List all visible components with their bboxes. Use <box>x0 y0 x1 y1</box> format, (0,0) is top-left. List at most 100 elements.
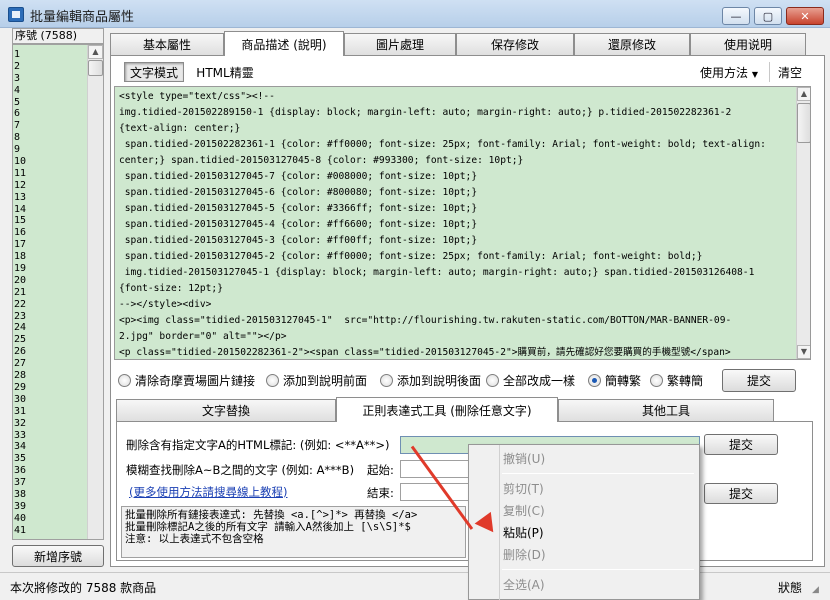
maximize-button[interactable]: ▢ <box>754 7 782 25</box>
clear-button[interactable]: 清空 <box>773 62 807 82</box>
submit-fuzzy-delete-button[interactable]: 提交 <box>704 483 778 504</box>
code-line: span.tidied-201503127045-7 {color: #0080… <box>119 171 478 182</box>
serial-number[interactable]: 20 <box>14 275 86 287</box>
serial-number[interactable]: 8 <box>14 132 86 144</box>
serial-number[interactable]: 15 <box>14 215 86 227</box>
serial-number[interactable]: 10 <box>14 156 86 168</box>
end-input[interactable] <box>400 483 470 501</box>
serial-number[interactable]: 32 <box>14 418 86 430</box>
serial-number[interactable]: 3 <box>14 73 86 85</box>
code-line: 2.jpg" border="0" alt=""></p> <box>119 331 287 342</box>
html-wizard-button[interactable]: HTML精靈 <box>190 62 260 82</box>
tab-usage-help[interactable]: 使用说明 <box>690 33 806 55</box>
subtab-other-tools[interactable]: 其他工具 <box>558 399 774 421</box>
serial-number[interactable]: 22 <box>14 299 86 311</box>
text-mode-button[interactable]: 文字模式 <box>124 62 184 82</box>
serial-number[interactable]: 9 <box>14 144 86 156</box>
radio-add-after[interactable]: 添加到說明後面 <box>380 372 481 388</box>
serial-number[interactable]: 21 <box>14 287 86 299</box>
radio-circle-icon[interactable] <box>266 373 279 387</box>
serial-number[interactable]: 34 <box>14 441 86 453</box>
serial-number[interactable]: 5 <box>14 97 86 109</box>
serial-number[interactable]: 23 <box>14 311 86 323</box>
editor-scroll-thumb[interactable] <box>797 103 810 143</box>
context-copy[interactable]: 复制(C) <box>503 502 693 520</box>
serial-number[interactable]: 36 <box>14 465 86 477</box>
serial-number[interactable]: 30 <box>14 394 86 406</box>
radio-circle-icon[interactable] <box>118 373 131 387</box>
serial-number[interactable]: 7 <box>14 120 86 132</box>
code-line: {font-size: 12pt;} <box>119 283 223 294</box>
serial-number[interactable]: 27 <box>14 358 86 370</box>
tab-image-processing[interactable]: 圖片處理 <box>344 33 456 55</box>
serial-number[interactable]: 28 <box>14 370 86 382</box>
serial-number[interactable]: 24 <box>14 322 86 334</box>
radio-simplified-to-traditional[interactable]: 簡轉繁 <box>588 372 641 388</box>
serial-header: 序號 (7588) <box>12 28 104 44</box>
subtab-text-replace[interactable]: 文字替換 <box>116 399 336 421</box>
context-select-all[interactable]: 全选(A) <box>503 576 693 594</box>
tab-save-changes[interactable]: 保存修改 <box>456 33 574 55</box>
radio-traditional-to-simplified[interactable]: 繁轉簡 <box>650 372 703 388</box>
serial-number[interactable]: 26 <box>14 346 86 358</box>
serial-number[interactable]: 2 <box>14 61 86 73</box>
serial-number[interactable]: 13 <box>14 192 86 204</box>
radio-circle-icon[interactable] <box>486 373 499 387</box>
radio-make-all-same[interactable]: 全部改成一樣 <box>486 372 575 388</box>
serial-number[interactable]: 40 <box>14 513 86 525</box>
context-cut[interactable]: 剪切(T) <box>503 480 693 498</box>
serial-number[interactable]: 17 <box>14 239 86 251</box>
more-usage-link[interactable]: (更多使用方法請搜尋線上教程) <box>129 484 287 500</box>
serial-number[interactable]: 25 <box>14 334 86 346</box>
code-line: span.tidied-201503127045-3 {color: #ff00… <box>119 235 478 246</box>
usage-menu[interactable]: 使用方法 ▼ <box>700 64 758 81</box>
resize-grip-icon[interactable]: ◢ <box>812 585 819 595</box>
serial-scrollbar[interactable]: ▲ <box>87 45 103 539</box>
submit-delete-tag-button[interactable]: 提交 <box>704 434 778 455</box>
radio-selected-icon[interactable] <box>588 373 601 387</box>
tab-product-description[interactable]: 商品描述 (說明) <box>224 31 344 56</box>
serial-number[interactable]: 33 <box>14 430 86 442</box>
serial-number[interactable]: 38 <box>14 489 86 501</box>
context-delete[interactable]: 删除(D) <box>503 546 693 564</box>
serial-number[interactable]: 39 <box>14 501 86 513</box>
status-text: 本次將修改的 7588 款商品 <box>10 581 157 595</box>
context-paste[interactable]: 粘贴(P) <box>503 524 693 542</box>
submit-conversion-button[interactable]: 提交 <box>722 369 796 392</box>
add-serial-button[interactable]: 新增序號 <box>12 545 104 567</box>
serial-number[interactable]: 37 <box>14 477 86 489</box>
radio-circle-icon[interactable] <box>650 373 663 387</box>
code-line: center;} span.tidied-201503127045-8 {col… <box>119 155 524 166</box>
subtab-regex-tools[interactable]: 正則表達式工具 (刪除任意文字) <box>336 397 558 422</box>
editor-scrollbar[interactable]: ▲ ▼ <box>796 87 810 359</box>
minimize-button[interactable]: — <box>722 7 750 25</box>
scroll-down-arrow-icon[interactable]: ▼ <box>797 345 810 359</box>
serial-number[interactable]: 41 <box>14 525 86 537</box>
serial-list[interactable]: 1 2 3 4 5 6 7 8 9 10 11 12 13 14 15 16 17 18 19 20 21 22 23 24 2… <box>12 44 104 540</box>
serial-number[interactable]: 12 <box>14 180 86 192</box>
serial-number[interactable]: 16 <box>14 227 86 239</box>
radio-add-before[interactable]: 添加到說明前面 <box>266 372 367 388</box>
scroll-up-arrow-icon[interactable]: ▲ <box>88 45 103 59</box>
radio-circle-icon[interactable] <box>380 373 393 387</box>
code-line: <p class="tidied-201502282361-2"><span c… <box>119 347 731 358</box>
serial-number[interactable]: 19 <box>14 263 86 275</box>
serial-number[interactable]: 14 <box>14 204 86 216</box>
scroll-up-arrow-icon[interactable]: ▲ <box>797 87 810 101</box>
html-code-editor[interactable]: <style type="text/css"><!-- img.tidied-20… <box>114 86 811 360</box>
serial-number[interactable]: 18 <box>14 251 86 263</box>
tab-restore-changes[interactable]: 還原修改 <box>574 33 690 55</box>
context-undo[interactable]: 撤销(U) <box>503 450 693 468</box>
tab-basic-attributes[interactable]: 基本屬性 <box>110 33 224 55</box>
serial-number[interactable]: 11 <box>14 168 86 180</box>
serial-number[interactable]: 1 <box>14 49 86 61</box>
serial-number[interactable]: 4 <box>14 85 86 97</box>
serial-number[interactable]: 35 <box>14 453 86 465</box>
serial-number[interactable]: 31 <box>14 406 86 418</box>
serial-number[interactable]: 6 <box>14 108 86 120</box>
serial-number[interactable]: 29 <box>14 382 86 394</box>
radio-clear-links[interactable]: 清除奇摩賣場圖片鏈接 <box>118 372 255 388</box>
close-button[interactable]: ✕ <box>786 7 824 25</box>
serial-scroll-thumb[interactable] <box>88 60 103 76</box>
status-bar: 本次將修改的 7588 款商品 狀態 ◢ <box>0 572 830 600</box>
